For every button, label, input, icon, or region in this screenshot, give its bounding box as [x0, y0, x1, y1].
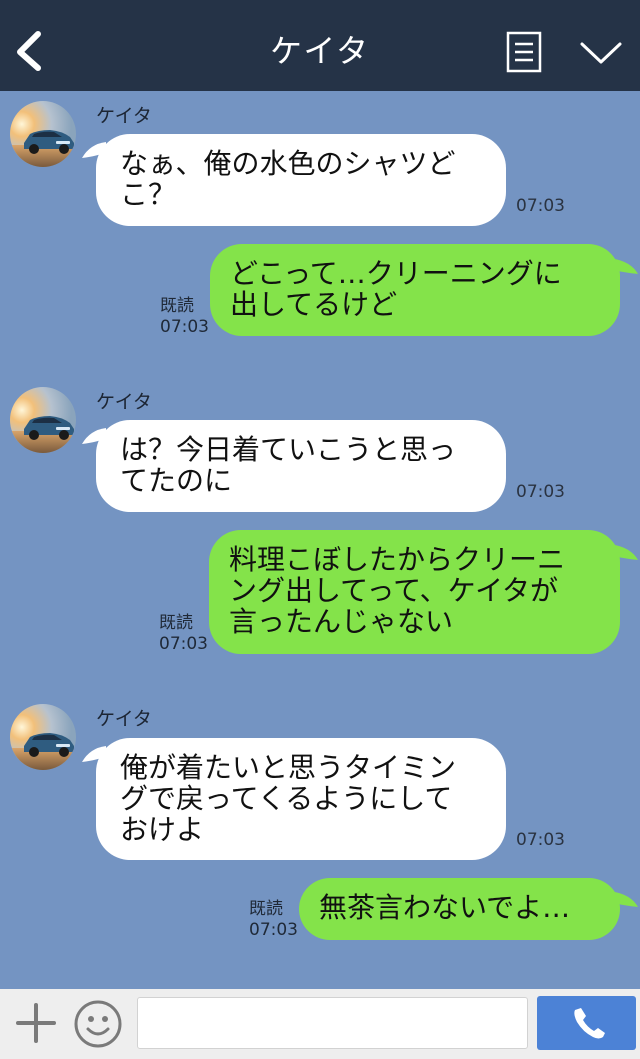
- message-bubble: なぁ、俺の水色のシャツど こ？: [96, 134, 506, 226]
- avatar[interactable]: [10, 704, 76, 770]
- plus-icon: [16, 1003, 56, 1043]
- message-input[interactable]: [137, 997, 528, 1049]
- message-time: 07:03: [160, 317, 209, 337]
- smiley-icon: [74, 1000, 122, 1048]
- message-time: 07:03: [516, 830, 565, 850]
- car-photo-icon: [10, 387, 76, 453]
- chat-title: ケイタ: [269, 32, 371, 70]
- read-status: 既読: [160, 296, 194, 316]
- message-bubble: は？今日着ていこうと思っ てたのに: [96, 420, 506, 512]
- message-bubble: どこって…クリーニングに 出してるけど: [210, 244, 620, 336]
- call-button[interactable]: [537, 996, 636, 1050]
- emoji-button[interactable]: [73, 999, 123, 1049]
- note-list-icon: [506, 31, 542, 73]
- message-input-bar: [0, 989, 640, 1059]
- message-bubble: 無茶言わないでよ…: [299, 878, 620, 940]
- avatar[interactable]: [10, 101, 76, 167]
- chevron-down-icon: [580, 42, 622, 64]
- menu-toggle-button[interactable]: [578, 38, 624, 68]
- note-button[interactable]: [506, 31, 542, 73]
- message-time: 07:03: [159, 634, 208, 654]
- sender-name: ケイタ: [96, 105, 152, 127]
- avatar[interactable]: [10, 387, 76, 453]
- message-time: 07:03: [249, 920, 298, 940]
- chat-header: ケイタ: [0, 0, 640, 91]
- car-photo-icon: [10, 704, 76, 770]
- message-bubble: 俺が着たいと思うタイミン グで戻ってくるようにして おけよ: [96, 738, 506, 860]
- sender-name: ケイタ: [96, 708, 152, 730]
- phone-icon: [574, 1008, 605, 1039]
- message-bubble: 料理こぼしたからクリーニ ング出してって、ケイタが 言ったんじゃない: [209, 530, 620, 654]
- message-time: 07:03: [516, 196, 565, 216]
- sender-name: ケイタ: [96, 391, 152, 413]
- read-status: 既読: [159, 613, 193, 633]
- car-photo-icon: [10, 101, 76, 167]
- read-status: 既読: [249, 899, 283, 919]
- add-attachment-button[interactable]: [14, 1001, 58, 1045]
- message-time: 07:03: [516, 482, 565, 502]
